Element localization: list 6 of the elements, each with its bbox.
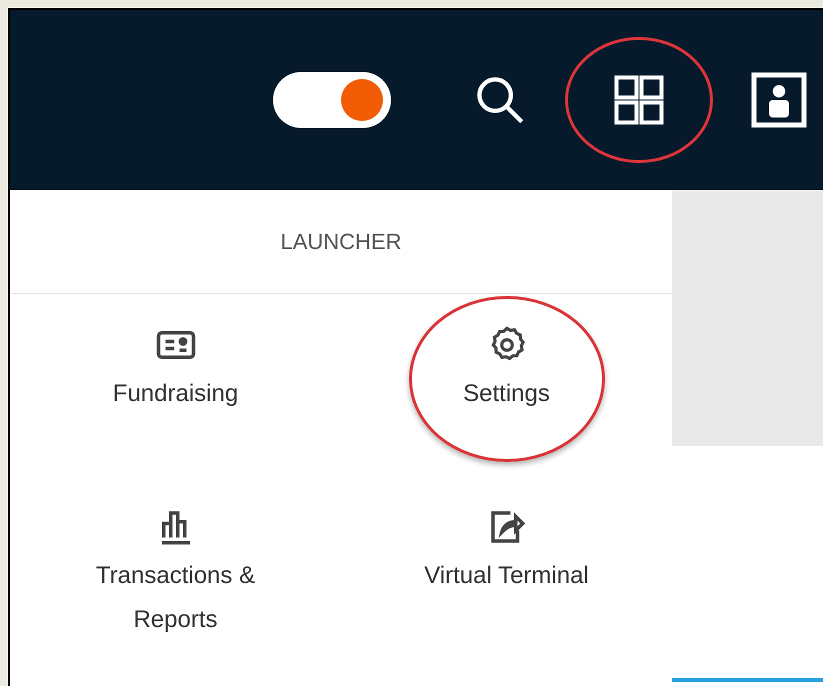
launcher-title: LAUNCHER xyxy=(280,228,402,256)
launcher-item[interactable]: Settings xyxy=(386,324,626,416)
launcher-item[interactable]: Fundraising xyxy=(56,324,296,416)
launcher-item[interactable]: Virtual Terminal xyxy=(386,506,626,598)
launcher-item[interactable]: Transactions & Reports xyxy=(56,506,296,642)
profile-icon[interactable] xyxy=(749,70,809,130)
